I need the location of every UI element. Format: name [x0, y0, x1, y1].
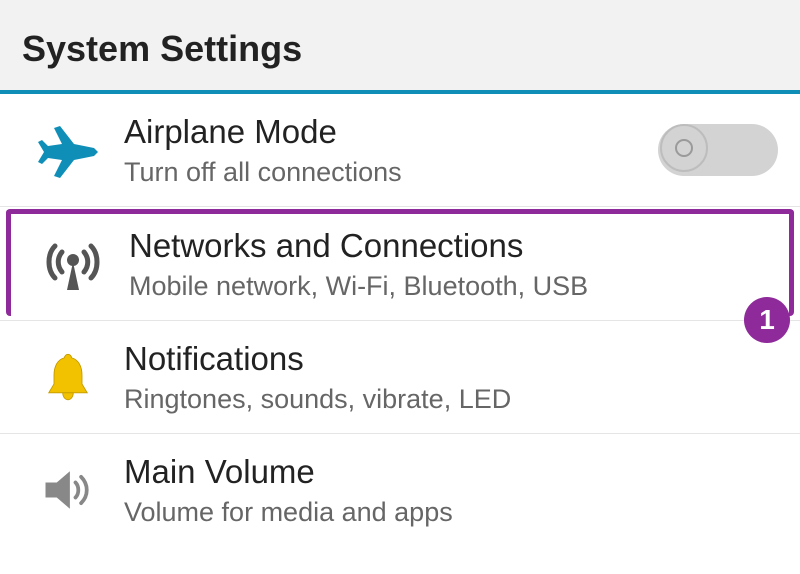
airplane-icon [18, 118, 118, 182]
volume-subtitle: Volume for media and apps [124, 496, 778, 528]
toggle-knob [660, 124, 708, 172]
settings-item-networks-wrapper: Networks and Connections Mobile network,… [0, 209, 800, 321]
settings-list: Airplane Mode Turn off all connections [0, 94, 800, 546]
notifications-subtitle: Ringtones, sounds, vibrate, LED [124, 383, 778, 415]
page-title: System Settings [22, 28, 778, 70]
settings-item-airplane[interactable]: Airplane Mode Turn off all connections [0, 94, 800, 207]
volume-title: Main Volume [124, 452, 778, 492]
networks-text: Networks and Connections Mobile network,… [123, 226, 773, 302]
settings-item-notifications[interactable]: Notifications Ringtones, sounds, vibrate… [0, 321, 800, 434]
bell-icon [18, 349, 118, 405]
antenna-icon [23, 232, 123, 296]
header-bar: System Settings [0, 0, 800, 94]
settings-item-volume[interactable]: Main Volume Volume for media and apps [0, 434, 800, 546]
settings-item-networks[interactable]: Networks and Connections Mobile network,… [6, 209, 794, 316]
callout-badge-1: 1 [744, 297, 790, 343]
airplane-subtitle: Turn off all connections [124, 156, 658, 188]
notifications-title: Notifications [124, 339, 778, 379]
airplane-toggle[interactable] [658, 124, 778, 176]
notifications-text: Notifications Ringtones, sounds, vibrate… [118, 339, 778, 415]
speaker-icon [18, 460, 118, 520]
networks-title: Networks and Connections [129, 226, 773, 266]
airplane-text: Airplane Mode Turn off all connections [118, 112, 658, 188]
airplane-title: Airplane Mode [124, 112, 658, 152]
volume-text: Main Volume Volume for media and apps [118, 452, 778, 528]
networks-subtitle: Mobile network, Wi-Fi, Bluetooth, USB [129, 270, 773, 302]
